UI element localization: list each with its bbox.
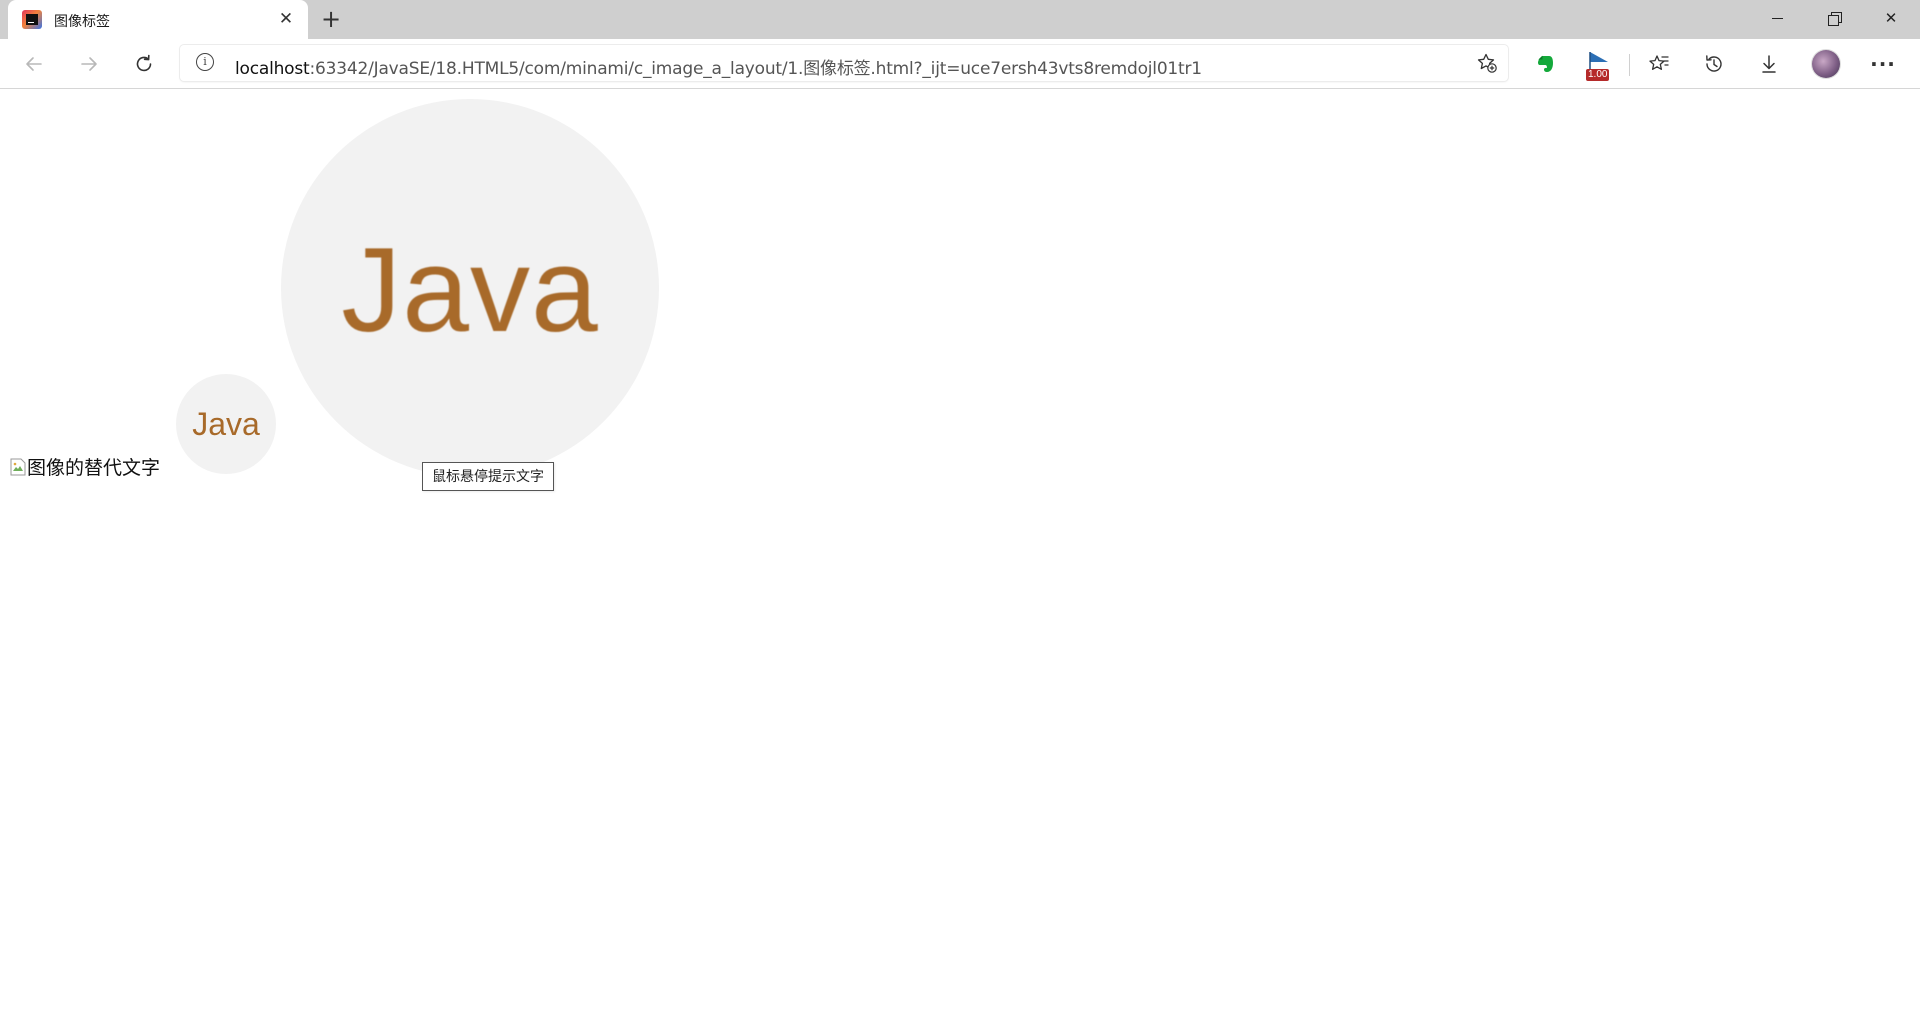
- java-logo-large[interactable]: Java: [281, 99, 659, 477]
- url-path: :63342/JavaSE/18.HTML5/com/minami/c_imag…: [309, 59, 1203, 79]
- history-icon: [1706, 55, 1722, 72]
- toolbar-divider: [1629, 54, 1630, 76]
- favorites-icon: [1649, 55, 1669, 70]
- tab-title: 图像标签: [54, 14, 110, 30]
- url-host: localhost: [235, 59, 310, 79]
- java-logo-small-text: Java: [192, 405, 260, 442]
- settings-more-button[interactable]: ···: [1866, 47, 1900, 81]
- broken-image: 图像的替代文字: [10, 453, 160, 480]
- reload-button[interactable]: [127, 47, 161, 81]
- tab-close-icon[interactable]: ✕: [276, 9, 296, 29]
- restore-icon-back: [1828, 15, 1839, 26]
- address-url[interactable]: localhost:63342/JavaSE/18.HTML5/com/mina…: [235, 54, 1202, 79]
- more-icon: ···: [1870, 52, 1896, 76]
- downloads-button[interactable]: [1752, 47, 1786, 81]
- reload-icon: [136, 54, 152, 72]
- tab-strip: 图像标签 ✕ + ✕: [0, 0, 1920, 39]
- address-bar[interactable]: i localhost:63342/JavaSE/18.HTML5/com/mi…: [180, 45, 1508, 81]
- extension-badge-count: 1.00: [1586, 69, 1610, 81]
- history-button[interactable]: [1697, 47, 1731, 81]
- broken-image-icon: [10, 458, 26, 476]
- minimize-icon: [1772, 18, 1783, 19]
- add-favorite-icon[interactable]: [1476, 52, 1498, 74]
- download-icon: [1762, 55, 1776, 73]
- java-logo-large-text: Java: [341, 223, 599, 357]
- image-tooltip: 鼠标悬停提示文字: [422, 462, 554, 491]
- arrow-left-icon: [26, 57, 42, 71]
- page-viewport: 图像的替代文字 Java Java 鼠标悬停提示文字: [0, 89, 1920, 1030]
- browser-toolbar: i localhost:63342/JavaSE/18.HTML5/com/mi…: [0, 39, 1920, 89]
- java-logo-small: Java: [176, 374, 276, 474]
- window-close-button[interactable]: ✕: [1862, 0, 1920, 36]
- back-button[interactable]: [17, 47, 51, 81]
- evernote-extension-button[interactable]: [1528, 47, 1562, 81]
- media-extension-button[interactable]: 1.00: [1582, 47, 1616, 81]
- minimize-button[interactable]: [1748, 0, 1806, 36]
- new-tab-button[interactable]: +: [318, 7, 344, 33]
- evernote-icon: [1538, 55, 1553, 72]
- site-info-icon[interactable]: i: [196, 53, 214, 71]
- broken-image-alt-text: 图像的替代文字: [27, 457, 161, 479]
- browser-tab-active[interactable]: 图像标签 ✕: [8, 0, 308, 39]
- arrow-right-icon: [81, 57, 97, 71]
- avatar: [1812, 50, 1840, 78]
- restore-button[interactable]: [1806, 0, 1864, 36]
- forward-button[interactable]: [72, 47, 106, 81]
- favorites-button[interactable]: [1642, 47, 1676, 81]
- intellij-idea-icon: [22, 10, 42, 29]
- profile-button[interactable]: [1809, 47, 1843, 81]
